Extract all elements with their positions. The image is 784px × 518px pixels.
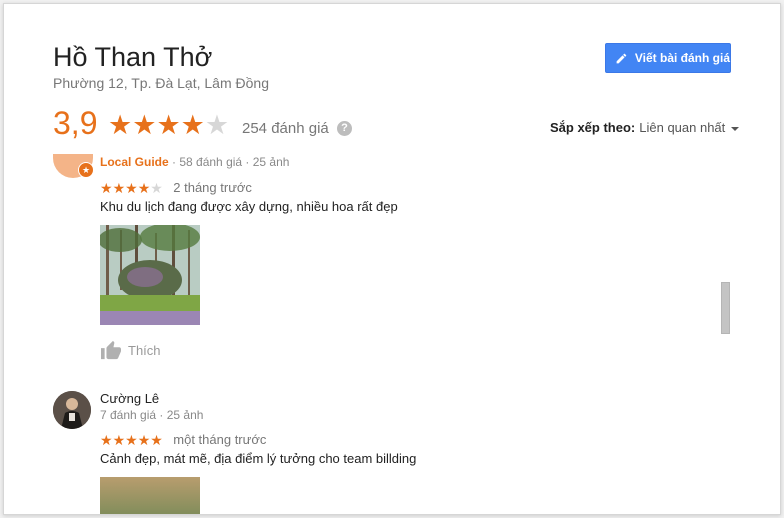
review-time: 2 tháng trước [173,180,252,195]
review-meta: 7 đánh giá · 25 ảnh [100,408,204,422]
review-text: Khu du lịch đang được xây dựng, nhiều ho… [100,199,398,214]
review-time: một tháng trước [173,432,267,447]
review-stars: ★★★★★ [100,432,163,448]
place-address: Phường 12, Tp. Đà Lạt, Lâm Đồng [53,75,269,91]
review-author[interactable]: Cường Lê [100,391,159,406]
sort-dropdown[interactable]: Sắp xếp theo: Liên quan nhất [550,120,740,135]
dropdown-caret-icon [731,126,740,131]
average-rating: 3,9 [53,105,98,141]
review-photo[interactable] [100,477,200,514]
like-label: Thích [128,342,161,358]
avatar-photo [53,391,91,429]
review-author-meta: Local Guide · 58 đánh giá · 25 ảnh [100,155,289,169]
star-icon: ★ [204,110,230,140]
reviews-list: ★ Local Guide · 58 đánh giá · 25 ảnh ★★★… [4,154,780,514]
local-guide-label: Local Guide [100,155,169,169]
help-icon[interactable]: ? [337,121,352,136]
review-text: Cảnh đẹp, mát mẽ, địa điểm lý tưởng cho … [100,451,417,466]
review-count: 254 đánh giá [242,120,329,137]
like-button[interactable]: Thích [100,340,161,360]
review-stars: ★★★★★ [100,180,163,196]
review-rating: ★★★★★ 2 tháng trước [100,180,252,198]
star-icon: ★ [156,110,181,140]
write-review-label: Viết bài đánh giá [634,51,730,65]
place-title: Hồ Than Thở [53,42,213,72]
pencil-icon [616,53,627,63]
review-rating: ★★★★★ một tháng trước [100,432,266,450]
review-meta: · 58 đánh giá · 25 ảnh [168,155,290,169]
reviews-dialog: Hồ Than Thở Phường 12, Tp. Đà Lạt, Lâm Đ… [3,3,781,515]
review-photo[interactable] [100,225,200,325]
avatar[interactable] [53,391,91,429]
thumbs-up-icon [101,340,121,360]
photo-scene [100,225,200,325]
sort-value: Liên quan nhất [639,120,726,135]
star-icon: ★ [132,110,157,140]
star-icon: ★ [108,110,133,140]
local-guide-badge-icon: ★ [78,162,94,178]
write-review-button[interactable]: Viết bài đánh giá [605,43,731,73]
sort-label: Sắp xếp theo: [550,120,636,135]
star-icon: ★ [180,110,205,140]
average-stars: ★★★★★ [108,112,229,139]
scrollbar-thumb[interactable] [721,282,730,334]
